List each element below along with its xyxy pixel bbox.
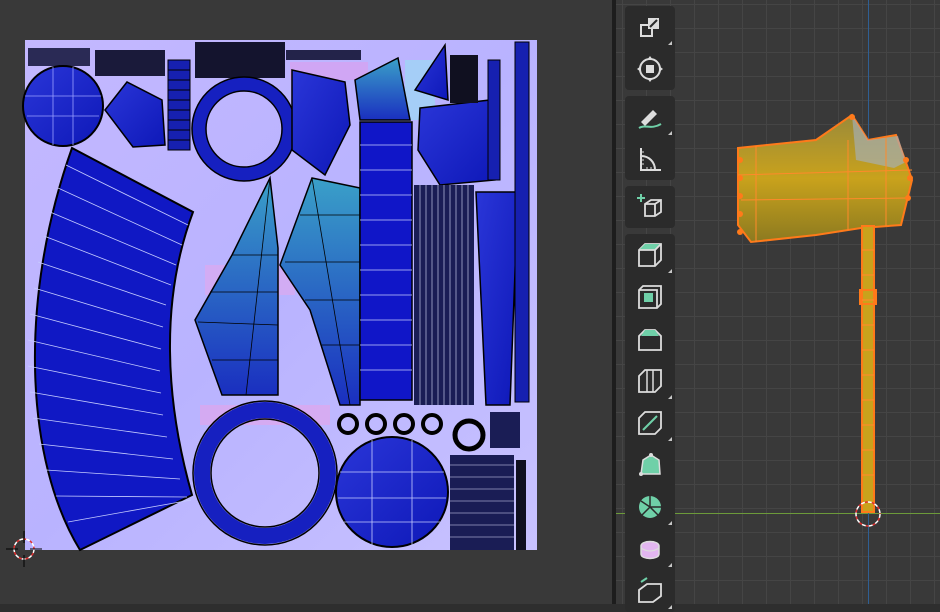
loop-cut-icon	[638, 369, 662, 393]
transform-tool[interactable]	[625, 48, 675, 90]
uv-island-sphere-bottom	[335, 436, 449, 548]
extrude-region-tool[interactable]	[625, 234, 675, 276]
inset-faces-tool[interactable]	[625, 276, 675, 318]
measure-tool[interactable]	[625, 138, 675, 180]
tool-group-add	[625, 186, 675, 228]
loop-cut-tool[interactable]	[625, 360, 675, 402]
uv-canvas[interactable]	[0, 0, 612, 604]
add-cube-icon	[637, 194, 662, 217]
tool-shelf	[625, 6, 677, 612]
measure-icon	[640, 148, 661, 171]
tool-group-mesh	[625, 234, 675, 612]
edge-slide-tool[interactable]	[625, 570, 675, 612]
axe-head	[737, 113, 914, 244]
edge-slide-icon	[638, 577, 662, 603]
poly-build-icon	[639, 453, 661, 476]
add-cube-tool[interactable]	[625, 186, 675, 228]
smooth-tool[interactable]	[625, 528, 675, 570]
bevel-tool[interactable]	[625, 318, 675, 360]
tool-group-annotate	[625, 96, 675, 180]
scale-icon	[640, 18, 659, 37]
scale-tool[interactable]	[625, 6, 675, 48]
inset-faces-icon	[638, 285, 662, 309]
spin-tool[interactable]	[625, 486, 675, 528]
uv-island-tall-strip	[359, 121, 413, 401]
smooth-icon	[640, 540, 660, 560]
bevel-icon	[638, 329, 662, 351]
poly-build-tool[interactable]	[625, 444, 675, 486]
knife-icon	[638, 411, 662, 435]
knife-tool[interactable]	[625, 402, 675, 444]
extrude-region-icon	[638, 243, 662, 267]
annotate-tool[interactable]	[625, 96, 675, 138]
spin-icon	[639, 496, 661, 518]
uv-editor[interactable]	[0, 0, 612, 604]
transform-icon	[637, 56, 663, 82]
uv-island-curved-strip	[27, 146, 195, 552]
annotate-icon	[638, 110, 662, 129]
axe-handle	[859, 225, 877, 513]
uv-island-sphere-top	[22, 65, 104, 147]
tool-group-transform	[625, 6, 675, 90]
